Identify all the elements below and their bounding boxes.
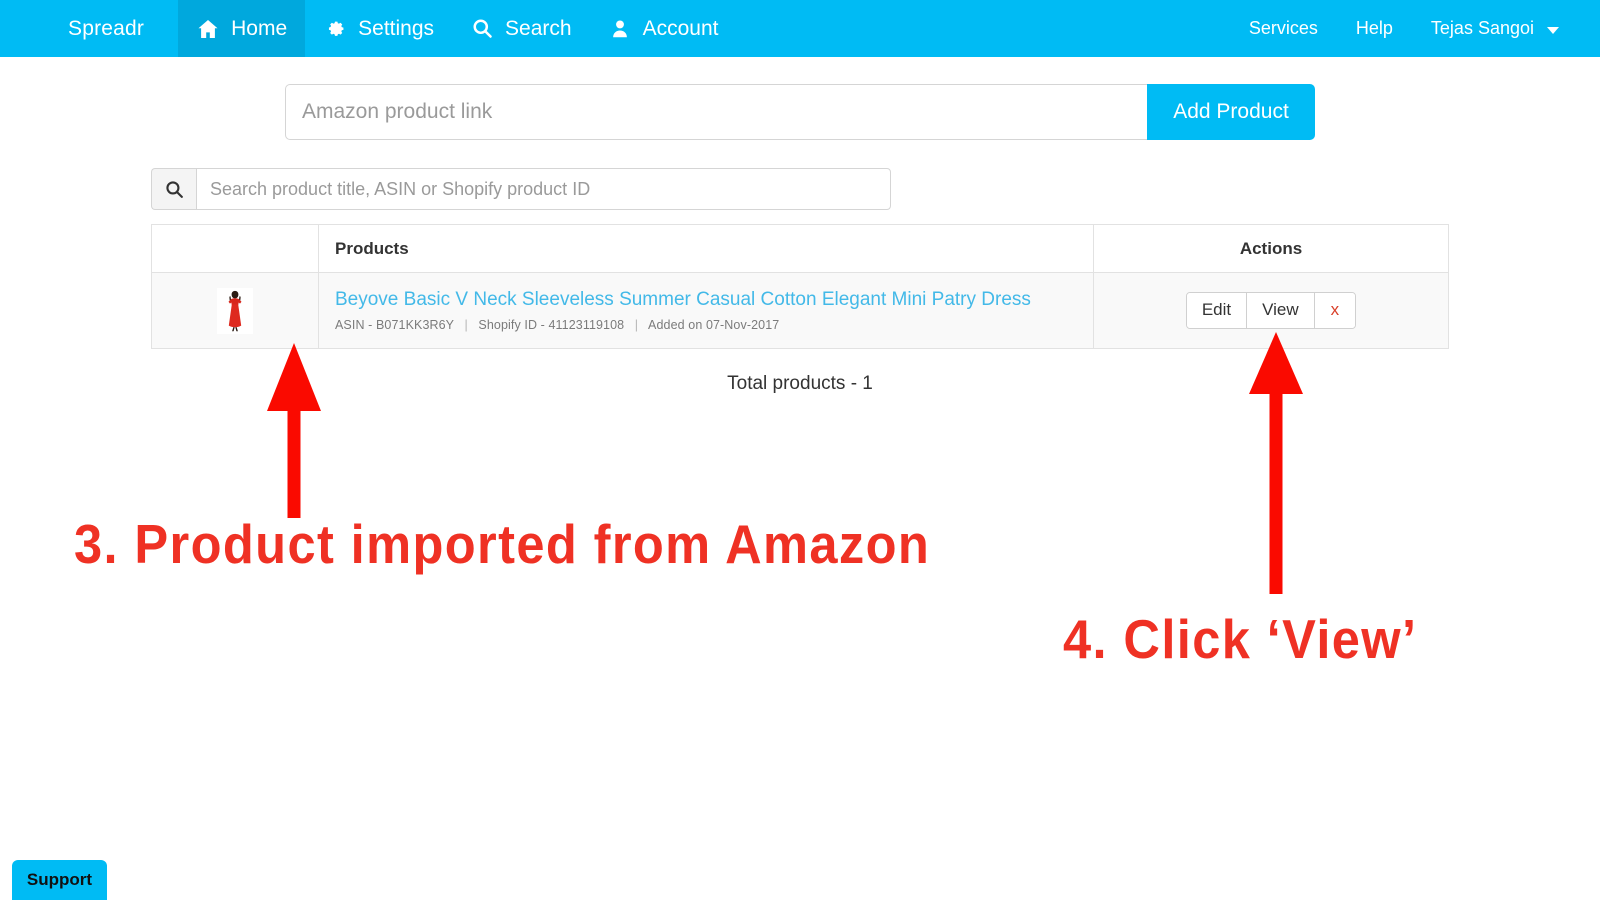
annotation-arrow-product <box>266 343 322 518</box>
annotation-arrow-view <box>1248 332 1304 594</box>
product-info-cell: Beyove Basic V Neck Sleeveless Summer Ca… <box>318 272 1094 349</box>
nav-item-home-label: Home <box>231 16 288 40</box>
brand-logo[interactable]: Spreadr <box>0 0 178 57</box>
search-input[interactable] <box>196 168 891 210</box>
nav-item-search-label: Search <box>505 16 572 40</box>
nav-item-help-label: Help <box>1355 18 1393 38</box>
chevron-down-icon <box>1547 27 1559 34</box>
column-header-thumbnail <box>151 224 319 273</box>
nav-item-settings-label: Settings <box>358 16 435 40</box>
nav-item-account-label: Account <box>642 16 719 40</box>
nav-item-home[interactable]: Home <box>178 0 306 57</box>
nav-item-user-menu[interactable]: Tejas Sangoi <box>1412 0 1578 57</box>
annotation-label-product-imported: 3. Product imported from Amazon <box>74 513 931 575</box>
product-thumbnail[interactable] <box>217 287 253 334</box>
view-button[interactable]: View <box>1247 293 1315 328</box>
product-thumbnail-cell <box>151 272 319 349</box>
meta-separator: | <box>634 317 639 332</box>
delete-button[interactable]: x <box>1314 293 1356 328</box>
product-shopify-id: Shopify ID - 41123119108 <box>478 317 625 332</box>
nav-item-account[interactable]: Account <box>590 0 737 57</box>
search-icon <box>151 168 196 210</box>
table-header-row: Products Actions <box>151 224 1449 273</box>
home-icon <box>196 17 220 41</box>
products-table-head: Products Actions <box>151 224 1449 273</box>
nav-item-settings[interactable]: Settings <box>305 0 452 57</box>
nav-item-services-label: Services <box>1248 18 1318 38</box>
brand-label: Spreadr <box>68 16 145 40</box>
meta-separator: | <box>464 317 468 332</box>
support-button[interactable]: Support <box>12 860 107 900</box>
nav-item-search[interactable]: Search <box>452 0 590 57</box>
nav-item-user-menu-label: Tejas Sangoi <box>1430 18 1534 38</box>
primary-nav: Home Settings Search Account <box>178 0 736 57</box>
add-product-button[interactable]: Add Product <box>1147 84 1315 140</box>
product-title-link[interactable]: Beyove Basic V Neck Sleeveless Summer Ca… <box>335 289 1077 311</box>
column-header-products: Products <box>318 224 1094 273</box>
product-meta: ASIN - B071KK3R6Y | Shopify ID - 4112311… <box>335 318 1077 332</box>
nav-item-services[interactable]: Services <box>1230 0 1337 57</box>
products-table: Products Actions Beyove Basic V Neck Sle… <box>151 224 1449 349</box>
product-asin: ASIN - B071KK3R6Y <box>335 317 454 332</box>
gear-icon <box>323 17 347 41</box>
edit-button[interactable]: Edit <box>1186 293 1248 328</box>
secondary-nav: Services Help Tejas Sangoi <box>1230 0 1600 57</box>
user-icon <box>608 17 632 41</box>
nav-item-help[interactable]: Help <box>1337 0 1412 57</box>
add-product-bar: Add Product <box>285 84 1315 140</box>
top-navbar: Spreadr Home Settings Search Account Ser… <box>0 0 1600 57</box>
amazon-product-link-input[interactable] <box>285 84 1147 140</box>
column-header-actions: Actions <box>1093 224 1449 273</box>
annotation-label-click-view: 4. Click ‘View’ <box>1063 608 1418 670</box>
product-search-bar <box>151 168 891 210</box>
product-added-date: Added on 07-Nov-2017 <box>648 317 780 332</box>
action-button-group: Edit View x <box>1185 292 1357 329</box>
search-icon <box>470 17 494 41</box>
products-table-container: Products Actions Beyove Basic V Neck Sle… <box>151 224 1449 349</box>
